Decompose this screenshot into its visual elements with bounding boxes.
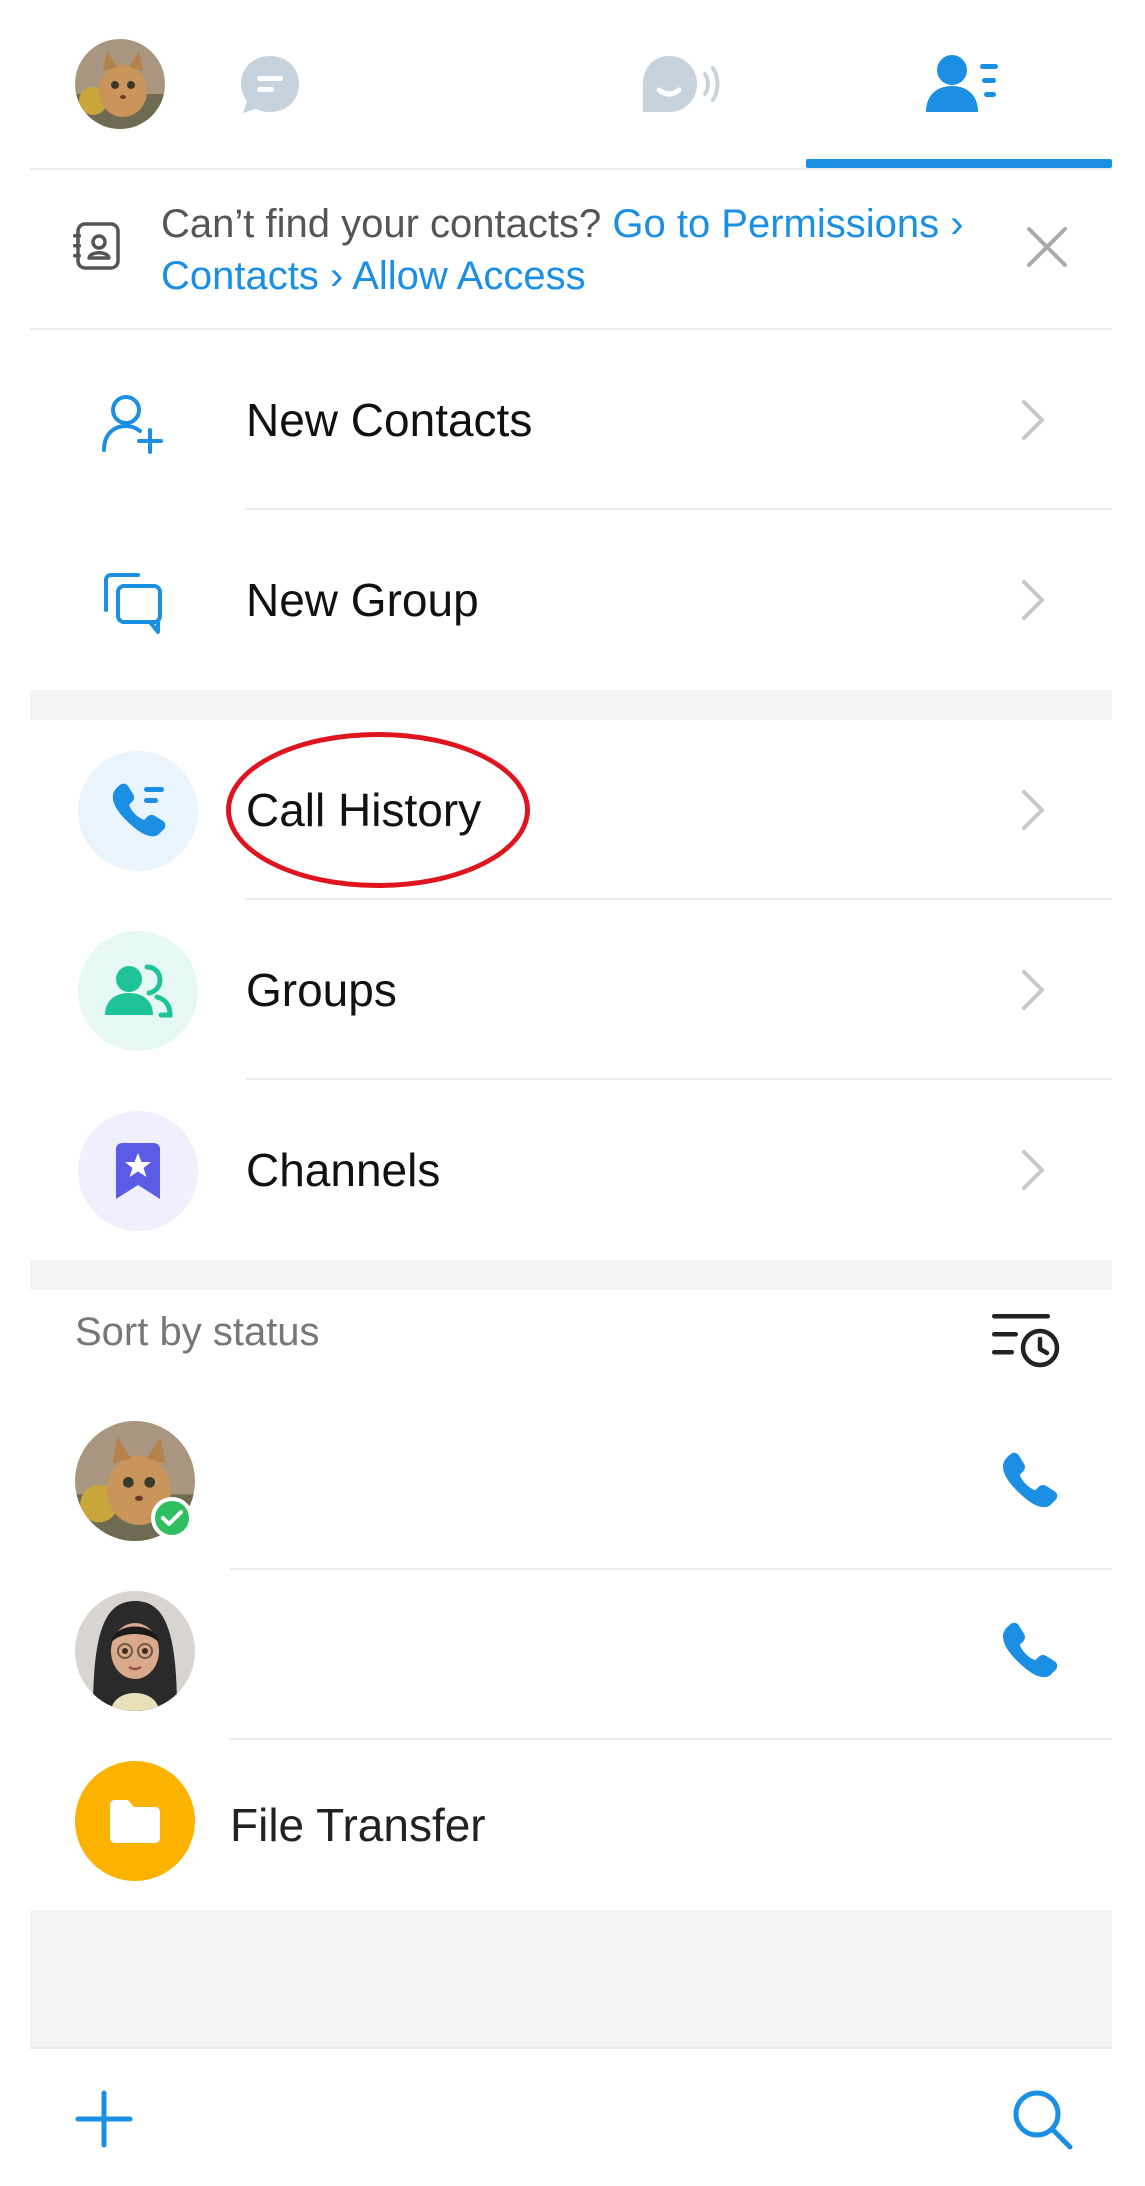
groups-row[interactable]: Groups <box>30 900 1112 1080</box>
profile-avatar[interactable] <box>75 39 165 129</box>
sort-by-status-label: Sort by status <box>75 1310 320 1354</box>
call-history-row[interactable]: Call History <box>30 720 1112 900</box>
chevron-right-icon <box>1022 400 1044 440</box>
groups-icon-bg <box>78 931 198 1051</box>
add-contact-icon <box>102 395 163 454</box>
chevron-right-icon <box>1022 1150 1044 1190</box>
search-icon[interactable] <box>1010 2087 1074 2151</box>
folder-avatar <box>75 1761 195 1881</box>
phone-icon[interactable] <box>996 1448 1062 1514</box>
top-tab-bar <box>30 0 1112 170</box>
channels-row[interactable]: Channels <box>30 1080 1112 1260</box>
new-group-row[interactable]: New Group <box>30 510 1112 690</box>
contact-row[interactable] <box>30 1570 1112 1740</box>
section-gap <box>30 690 1112 720</box>
permissions-banner[interactable]: Can’t find your contacts? Go to Permissi… <box>30 168 1112 330</box>
channels-label: Channels <box>246 1144 441 1196</box>
bottom-toolbar <box>30 2047 1112 2186</box>
contact-row[interactable] <box>30 1400 1112 1570</box>
plus-icon[interactable] <box>74 2089 134 2149</box>
chevron-right-icon <box>1022 970 1044 1010</box>
channels-icon <box>116 1143 160 1199</box>
file-transfer-row[interactable]: File Transfer <box>30 1740 1112 1910</box>
chevron-right-icon <box>1022 580 1044 620</box>
contacts-icon <box>926 55 998 112</box>
online-status-icon <box>151 1497 193 1539</box>
active-tab-indicator <box>806 159 1112 168</box>
contacts-tab[interactable] <box>917 40 1007 130</box>
channels-icon-bg <box>78 1111 198 1231</box>
new-group-icon <box>104 573 162 634</box>
call-history-label: Call History <box>246 784 482 836</box>
groups-icon <box>105 964 173 1018</box>
phone-icon[interactable] <box>996 1618 1062 1684</box>
calls-tab[interactable] <box>635 40 725 130</box>
close-icon[interactable] <box>1023 223 1071 271</box>
groups-label: Groups <box>246 964 397 1016</box>
new-contacts-label: New Contacts <box>246 394 533 446</box>
call-history-icon <box>112 783 166 837</box>
empty-area <box>30 1910 1112 2047</box>
banner-message: Can’t find your contacts? Go to Permissi… <box>161 198 981 302</box>
contact-book-icon <box>73 222 120 270</box>
chats-tab[interactable] <box>225 40 315 130</box>
chats-icon <box>241 56 299 113</box>
chevron-right-icon <box>1022 790 1044 830</box>
new-group-label: New Group <box>246 574 479 626</box>
banner-text: Can’t find your contacts? <box>161 202 613 246</box>
call-history-icon-bg <box>78 751 198 871</box>
folder-icon <box>110 1800 160 1843</box>
sort-by-time-icon[interactable] <box>990 1308 1062 1372</box>
girl-avatar <box>75 1591 195 1711</box>
section-gap <box>30 1260 1112 1290</box>
new-contacts-row[interactable]: New Contacts <box>30 330 1112 510</box>
file-transfer-label: File Transfer <box>230 1799 486 1851</box>
calls-icon <box>643 56 720 112</box>
app-frame: Can’t find your contacts? Go to Permissi… <box>30 0 1112 2186</box>
